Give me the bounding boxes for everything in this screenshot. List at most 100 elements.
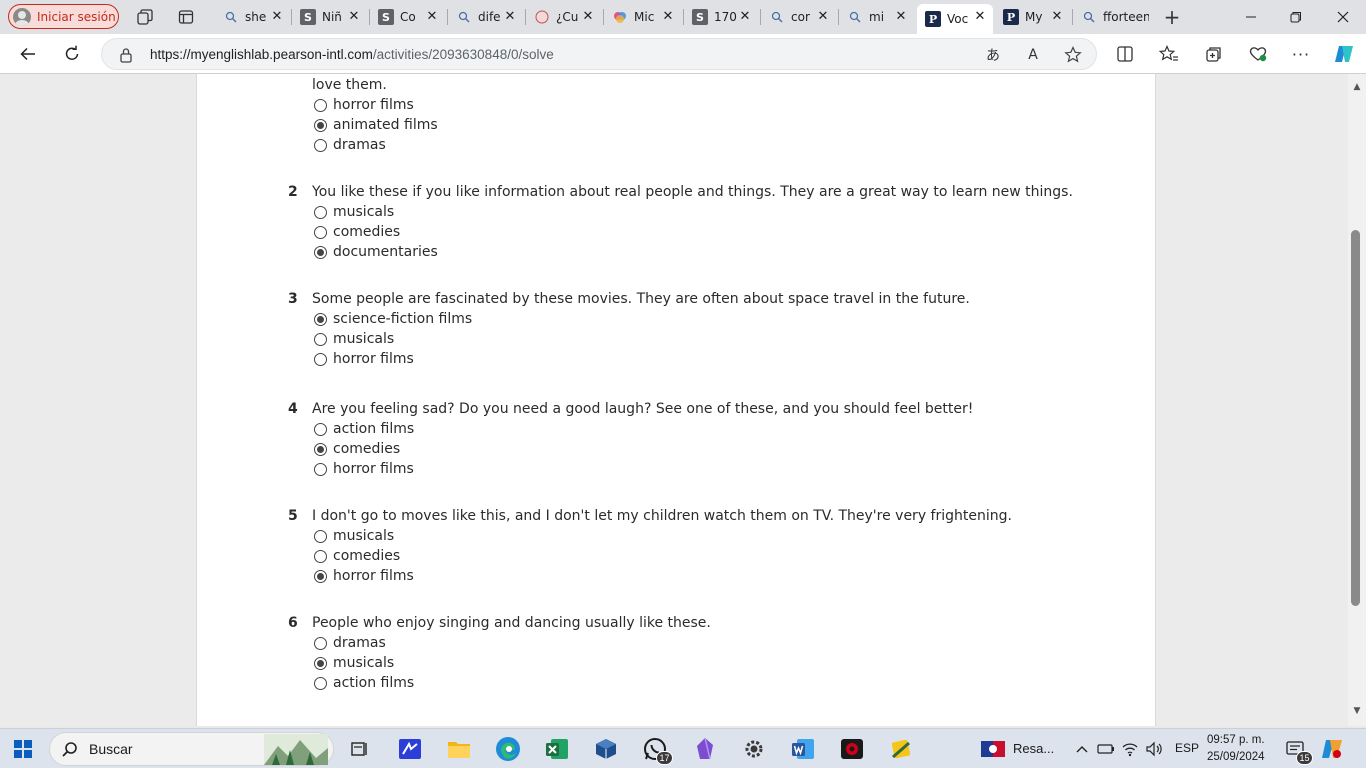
task-view-icon[interactable]	[346, 735, 374, 763]
weather-flag-icon[interactable]	[979, 735, 1007, 763]
favorites-icon[interactable]	[1155, 42, 1183, 66]
wifi-icon[interactable]	[1118, 735, 1142, 763]
radio-button[interactable]	[314, 636, 327, 650]
tab-close-icon[interactable]: ✕	[270, 10, 284, 24]
browser-essentials-icon[interactable]	[1244, 42, 1272, 66]
snipping-tool-icon[interactable]	[887, 735, 915, 763]
restore-icon[interactable]	[1273, 0, 1319, 34]
workspaces-icon[interactable]	[135, 7, 155, 27]
edge-browser-icon[interactable]	[494, 735, 522, 763]
new-tab-icon[interactable]: +	[1162, 5, 1182, 29]
page-scrollbar[interactable]: ▲ ▼	[1348, 74, 1366, 726]
answer-option[interactable]: musicals	[314, 202, 394, 222]
minimize-icon[interactable]	[1228, 0, 1274, 34]
radio-button[interactable]	[314, 352, 327, 366]
tab-close-icon[interactable]: ✕	[738, 10, 752, 24]
tab-close-icon[interactable]: ✕	[503, 10, 517, 24]
answer-option[interactable]: horror films	[314, 459, 414, 479]
browser-tab[interactable]: S 170 ✕	[684, 4, 758, 30]
refresh-button[interactable]	[58, 42, 86, 66]
scroll-up-arrow[interactable]: ▲	[1352, 82, 1362, 92]
settings-more-icon[interactable]: ···	[1287, 42, 1315, 66]
copilot-taskbar-icon[interactable]	[1318, 735, 1346, 763]
answer-option[interactable]: horror films	[314, 95, 414, 115]
radio-button[interactable]	[314, 422, 327, 436]
radio-button[interactable]	[314, 569, 327, 583]
answer-option[interactable]: documentaries	[314, 242, 438, 262]
answer-option[interactable]: dramas	[314, 135, 386, 155]
answer-option[interactable]: science-fiction films	[314, 309, 472, 329]
translate-icon[interactable]: あ	[983, 45, 1003, 65]
obsidian-icon[interactable]	[691, 735, 719, 763]
radio-button[interactable]	[314, 312, 327, 326]
show-hidden-icons-chevron-icon[interactable]	[1068, 735, 1096, 763]
profile-button[interactable]: Iniciar sesión	[8, 4, 119, 29]
browser-tab[interactable]: S Co ✕	[370, 4, 445, 30]
answer-option[interactable]: comedies	[314, 439, 400, 459]
browser-tab[interactable]: fforteen	[1073, 4, 1149, 30]
browser-tab[interactable]: mi ✕	[839, 4, 914, 30]
math-app-icon[interactable]	[396, 735, 424, 763]
browser-tab[interactable]: Mic ✕	[604, 4, 681, 30]
answer-option[interactable]: action films	[314, 419, 414, 439]
answer-option[interactable]: comedies	[314, 546, 400, 566]
browser-tab[interactable]: cor ✕	[761, 4, 836, 30]
radio-button[interactable]	[314, 332, 327, 346]
radio-button[interactable]	[314, 549, 327, 563]
answer-option[interactable]: horror films	[314, 349, 414, 369]
camera-app-icon[interactable]	[838, 735, 866, 763]
radio-button[interactable]	[314, 98, 327, 112]
read-aloud-icon[interactable]: A	[1023, 45, 1043, 65]
lock-icon[interactable]	[116, 45, 136, 65]
answer-option[interactable]: animated films	[314, 115, 438, 135]
answer-option[interactable]: action films	[314, 673, 414, 693]
browser-tab[interactable]: P Voc ✕	[917, 4, 993, 34]
tab-close-icon[interactable]: ✕	[581, 10, 595, 24]
browser-tab[interactable]: ¿Cu ✕	[526, 4, 601, 30]
start-button[interactable]	[14, 740, 32, 758]
tab-close-icon[interactable]: ✕	[894, 10, 908, 24]
word-icon[interactable]	[789, 735, 817, 763]
battery-icon[interactable]	[1094, 735, 1118, 763]
browser-tab[interactable]: she ✕	[215, 4, 290, 30]
tab-close-icon[interactable]: ✕	[1050, 10, 1064, 24]
radio-button[interactable]	[314, 245, 327, 259]
collections-icon[interactable]	[1200, 42, 1228, 66]
split-screen-icon[interactable]	[1111, 42, 1139, 66]
answer-option[interactable]: musicals	[314, 653, 394, 673]
tab-close-icon[interactable]: ✕	[816, 10, 830, 24]
tab-close-icon[interactable]: ✕	[973, 10, 987, 24]
answer-option[interactable]: dramas	[314, 633, 386, 653]
tab-close-icon[interactable]: ✕	[425, 10, 439, 24]
radio-button[interactable]	[314, 656, 327, 670]
radio-button[interactable]	[314, 205, 327, 219]
excel-icon[interactable]	[543, 735, 571, 763]
answer-option[interactable]: horror films	[314, 566, 414, 586]
radio-button[interactable]	[314, 462, 327, 476]
language-indicator[interactable]: ESP	[1175, 741, 1199, 755]
tab-actions-icon[interactable]	[176, 7, 196, 27]
tab-close-icon[interactable]: ✕	[661, 10, 675, 24]
radio-button[interactable]	[314, 225, 327, 239]
taskbar-search[interactable]: Buscar	[49, 732, 334, 766]
volume-icon[interactable]	[1142, 735, 1166, 763]
copilot-icon[interactable]	[1330, 42, 1358, 66]
radio-button[interactable]	[314, 138, 327, 152]
favorite-star-icon[interactable]	[1063, 45, 1083, 65]
virtualbox-icon[interactable]	[592, 735, 620, 763]
radio-button[interactable]	[314, 676, 327, 690]
weather-text[interactable]: Resa...	[1013, 741, 1054, 756]
browser-tab[interactable]: P My ✕	[995, 4, 1070, 30]
radio-button[interactable]	[314, 529, 327, 543]
back-button[interactable]	[14, 42, 42, 66]
radio-button[interactable]	[314, 442, 327, 456]
settings-gear-icon[interactable]	[740, 735, 768, 763]
answer-option[interactable]: comedies	[314, 222, 400, 242]
answer-option[interactable]: musicals	[314, 526, 394, 546]
notifications-icon[interactable]: 15	[1281, 735, 1313, 765]
browser-tab[interactable]: dife ✕	[448, 4, 523, 30]
tab-close-icon[interactable]: ✕	[347, 10, 361, 24]
scroll-thumb[interactable]	[1351, 230, 1360, 606]
file-explorer-icon[interactable]	[445, 735, 473, 763]
close-window-icon[interactable]	[1320, 0, 1366, 34]
